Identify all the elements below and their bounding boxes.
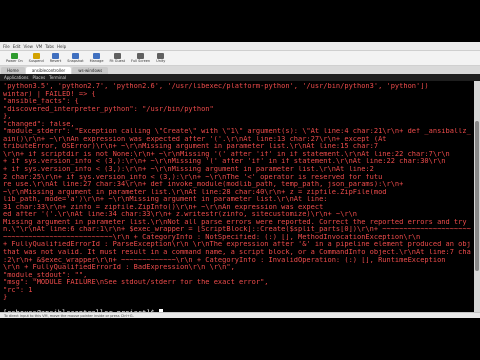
terminal-line: \r\n+ if scriptdir is not None:\r\n+ ~\r…	[3, 150, 450, 158]
video-letterbox-bottom	[0, 318, 480, 360]
power-on-button[interactable]: Power On	[6, 53, 23, 63]
terminal-line: wintar) | FAILED! => {	[3, 90, 96, 98]
revert-button[interactable]: Revert	[50, 53, 61, 63]
terminal-line: + if sys.version_info < (3,):\r\n+ ~\r\n…	[3, 158, 446, 166]
terminal-line: "msg": "MODULE FAILURE\nSee stdout/stder…	[3, 279, 269, 287]
vmware-window: File Edit View VM Tabs Help Power On Sus…	[0, 42, 480, 318]
terminal-line: 2 char:25\r\n+ if sys.version_info < (3,…	[3, 173, 383, 181]
menu-vm[interactable]: VM	[36, 44, 42, 49]
suspend-button[interactable]: Suspend	[29, 53, 44, 63]
terminal-line: lib_path, mode='a')\r\n+ ~\r\nMissing ar…	[3, 196, 328, 204]
terminal-line: that was not valid. It must result in a …	[3, 249, 471, 257]
snapshot-button[interactable]: Snapshot	[67, 53, 84, 63]
terminal-line: ain()\r\n+ ~\r\nAn expression was expect…	[3, 135, 387, 143]
vm-toolbar: Power On Suspend Revert Snapshot Manage …	[0, 51, 480, 66]
terminal-line: tributeError, OSError)\r\n+ ~\r\nMissing…	[3, 143, 379, 151]
terminal-scrollbar[interactable]	[474, 81, 480, 312]
menu-tabs[interactable]: Tabs	[45, 44, 54, 49]
terminal-line: }	[3, 294, 8, 302]
terminal-line: re use.\r\nAt line:27 char:34\r\n+ def i…	[3, 181, 404, 189]
manage-button[interactable]: Manage	[90, 53, 104, 63]
terminal-line: 31 char:33\r\n+ zinfo = zipfile.ZipInfo(…	[3, 203, 324, 211]
tab-home[interactable]: Home	[1, 67, 25, 74]
terminal-line: ~~~~~~~~~~~~~~~~~~~~~~~~~~\r\n + Categor…	[3, 233, 421, 241]
terminal-text: 'python3.5', 'python2.7', 'python2.6', '…	[0, 81, 474, 312]
terminal-line: "module_stdout": "",	[3, 271, 88, 279]
terminal-line: ed after '('.\r\nAt line:34 char:33\r\n+…	[3, 211, 358, 219]
terminal-line: "discovered_interpreter_python": "/usr/b…	[3, 105, 214, 113]
vm-menu-bar: File Edit View VM Tabs Help	[0, 42, 480, 51]
terminal-line: \r\n + FullyQualifiedErrorId : BadExpres…	[3, 264, 235, 272]
menu-edit[interactable]: Edit	[13, 44, 21, 49]
terminal-line: n.\"\r\nAt line:6 char:1\r\n+ $exec_wrap…	[3, 226, 471, 234]
video-letterbox-top	[0, 0, 480, 42]
scrollbar-thumb[interactable]	[475, 121, 479, 271]
guest-top-panel: Applications Places Terminal	[0, 74, 480, 81]
unity-button[interactable]: Unity	[156, 53, 165, 63]
tab-ws-windows[interactable]: ws-windows	[72, 67, 109, 74]
tab-ansiblecontroller[interactable]: ansiblecontroller	[25, 67, 72, 74]
terminal-output[interactable]: 'python3.5', 'python2.7', 'python2.6', '…	[0, 81, 474, 312]
terminal-line: "rc": 1	[3, 286, 33, 294]
terminal-line: :2\r\n+ &$exec_wrapper\r\n+ ~~~~~~~~~~~~…	[3, 256, 446, 264]
terminal-line: 'python3.5', 'python2.7', 'python2.6', '…	[3, 83, 429, 90]
terminal-line: + FullyQualifiedErrorId : ParseException…	[3, 241, 471, 249]
terminal-line: "module_stderr": "Exception calling \"Cr…	[3, 128, 471, 136]
fit-guest-button[interactable]: Fit Guest	[110, 53, 125, 63]
terminal-line: Missing argument in parameter list.\r\nN…	[3, 218, 471, 226]
menu-view[interactable]: View	[23, 44, 33, 49]
terminal-line: },	[3, 113, 12, 121]
guest-places-menu[interactable]: Places	[32, 75, 45, 80]
terminal-line: + if sys.version_info < (3,):\r\n+ ~\r\n…	[3, 166, 374, 174]
menu-file[interactable]: File	[3, 44, 10, 49]
guest-terminal-menu[interactable]: Terminal	[49, 75, 66, 80]
terminal-line: "ansible_facts": {	[3, 98, 79, 106]
vm-tab-strip: Home ansiblecontroller ws-windows	[0, 66, 480, 74]
terminal-line: ~\r\nMissing argument in parameter list.…	[3, 188, 387, 196]
full-screen-button[interactable]: Full Screen	[131, 53, 150, 63]
guest-applications-menu[interactable]: Applications	[4, 75, 28, 80]
terminal-line: "changed": false,	[3, 120, 75, 128]
menu-help[interactable]: Help	[57, 44, 66, 49]
